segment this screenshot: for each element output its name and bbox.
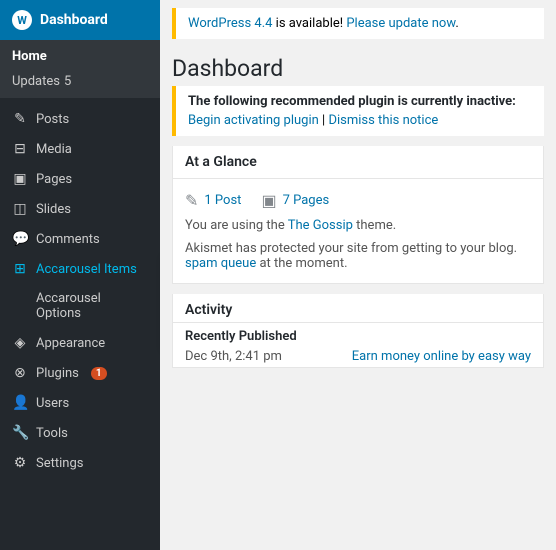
update-notice: WordPress 4.4 is available! Please updat… xyxy=(172,8,544,39)
spam-text2: getting to your blog. xyxy=(402,241,517,256)
sidebar-item-posts-label: Posts xyxy=(36,112,69,127)
updates-badge: 5 xyxy=(64,74,71,89)
activity-header: Activity xyxy=(173,294,543,323)
sidebar-item-accarousel-options-label: Accarousel Options xyxy=(36,291,148,321)
sidebar-nav: ✎ Posts ⊟ Media ▣ Pages ◫ Slides 💬 Comme… xyxy=(0,98,160,484)
activity-link[interactable]: Earn money online by easy way xyxy=(352,349,531,364)
spam-line: Akismet has protected your site from get… xyxy=(185,237,531,275)
plugin-notice-text: The following recommended plugin is curr… xyxy=(188,94,532,109)
slides-icon: ◫ xyxy=(12,201,28,217)
sidebar-item-appearance-label: Appearance xyxy=(36,336,105,351)
post-count-icon: ✎ xyxy=(185,191,198,210)
sidebar-item-settings[interactable]: ⚙ Settings xyxy=(0,448,160,478)
recently-published-header: Recently Published xyxy=(173,323,543,346)
glance-posts: ✎ 1 Post xyxy=(185,191,241,210)
sidebar-item-accarousel-options[interactable]: Accarousel Options xyxy=(0,284,160,328)
main-content: WordPress 4.4 is available! Please updat… xyxy=(160,0,556,550)
settings-icon: ⚙ xyxy=(12,455,28,471)
activity-card: Activity Recently Published Dec 9th, 2:4… xyxy=(172,294,544,368)
pages-icon: ▣ xyxy=(12,171,28,187)
sidebar-item-pages[interactable]: ▣ Pages xyxy=(0,164,160,194)
sidebar-item-plugins-label: Plugins xyxy=(36,366,79,381)
sidebar-header-title: Dashboard xyxy=(40,12,108,28)
begin-activating-link[interactable]: Begin activating plugin xyxy=(188,113,319,128)
sidebar-item-media-label: Media xyxy=(36,142,72,157)
sidebar-item-accarousel-items[interactable]: ⊞ Accarousel Items Accarousel Items Add … xyxy=(0,254,160,284)
sidebar-item-users[interactable]: 👤 Users xyxy=(0,388,160,418)
sidebar-item-accarousel-items-label: Accarousel Items xyxy=(36,262,137,277)
theme-text: You are using the xyxy=(185,218,285,233)
sidebar-item-tools[interactable]: 🔧 Tools xyxy=(0,418,160,448)
sidebar-item-home[interactable]: Home xyxy=(0,44,160,69)
sidebar-item-comments-label: Comments xyxy=(36,232,100,247)
home-section: Home Updates 5 xyxy=(0,40,160,98)
activity-item: Dec 9th, 2:41 pm Earn money online by ea… xyxy=(173,346,543,367)
accarousel-items-icon: ⊞ xyxy=(12,261,28,277)
sidebar-item-media[interactable]: ⊟ Media xyxy=(0,134,160,164)
wordpress-version-link[interactable]: WordPress 4.4 xyxy=(188,16,272,31)
please-update-link[interactable]: Please update now xyxy=(346,16,455,31)
activity-date: Dec 9th, 2:41 pm xyxy=(185,349,282,364)
page-title: Dashboard xyxy=(160,47,556,86)
post-count-link[interactable]: 1 Post xyxy=(204,193,241,208)
theme-line: You are using the The Gossip theme. xyxy=(185,214,531,237)
dismiss-notice-link[interactable]: Dismiss this notice xyxy=(328,113,438,128)
spam-queue-link[interactable]: spam queue xyxy=(185,256,256,271)
sidebar-item-updates[interactable]: Updates 5 xyxy=(0,69,160,94)
users-icon: 👤 xyxy=(12,395,28,411)
sidebar-item-pages-label: Pages xyxy=(36,172,72,187)
update-notice-text: is available! xyxy=(272,16,346,31)
sidebar-item-comments[interactable]: 💬 Comments xyxy=(0,224,160,254)
sidebar-item-appearance[interactable]: ◈ Appearance xyxy=(0,328,160,358)
sidebar-item-plugins[interactable]: ⊗ Plugins 1 xyxy=(0,358,160,388)
sidebar-item-posts[interactable]: ✎ Posts xyxy=(0,104,160,134)
pages-count-link[interactable]: 7 Pages xyxy=(283,193,330,208)
sidebar-item-slides[interactable]: ◫ Slides xyxy=(0,194,160,224)
sidebar: W Dashboard Home Updates 5 ✎ Posts ⊟ Med… xyxy=(0,0,160,550)
glance-stats-row: ✎ 1 Post ▣ 7 Pages xyxy=(185,187,531,214)
plugins-badge: 1 xyxy=(91,367,107,380)
spam-text1: Akismet has protected your site from xyxy=(185,241,399,256)
at-a-glance-card: At a Glance ✎ 1 Post ▣ 7 Pages You are u… xyxy=(172,146,544,284)
posts-icon: ✎ xyxy=(12,111,28,127)
at-a-glance-header: At a Glance xyxy=(173,146,543,179)
tools-icon: 🔧 xyxy=(12,425,28,441)
sidebar-item-slides-label: Slides xyxy=(36,202,71,217)
glance-pages: ▣ 7 Pages xyxy=(261,191,329,210)
pages-count-icon: ▣ xyxy=(261,191,276,210)
plugins-icon: ⊗ xyxy=(12,365,28,381)
comments-icon: 💬 xyxy=(12,231,28,247)
theme-link[interactable]: The Gossip xyxy=(288,218,353,233)
sidebar-item-users-label: Users xyxy=(36,396,69,411)
updates-label: Updates xyxy=(12,74,60,89)
media-icon: ⊟ xyxy=(12,141,28,157)
at-a-glance-body: ✎ 1 Post ▣ 7 Pages You are using the The… xyxy=(173,179,543,283)
appearance-icon: ◈ xyxy=(12,335,28,351)
sidebar-item-settings-label: Settings xyxy=(36,456,83,471)
spam-queue-text: at the moment. xyxy=(259,256,347,271)
plugin-notice: The following recommended plugin is curr… xyxy=(172,86,544,136)
theme-suffix: theme. xyxy=(356,218,396,233)
sidebar-header[interactable]: W Dashboard xyxy=(0,0,160,40)
wp-logo-icon: W xyxy=(12,10,32,30)
sidebar-item-tools-label: Tools xyxy=(36,426,68,441)
